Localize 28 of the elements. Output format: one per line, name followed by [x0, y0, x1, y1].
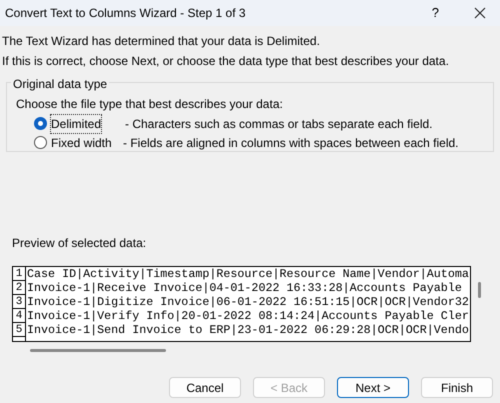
option-description: - Characters such as commas or tabs separate each field. [125, 116, 432, 132]
radio-label[interactable]: Fixed width [51, 134, 119, 152]
group-prompt: Choose the file type that best describes your data: [16, 97, 284, 111]
radio-button[interactable] [34, 136, 47, 149]
line-number: 2 [13, 281, 26, 295]
horizontal-scrollbar[interactable] [30, 349, 166, 352]
preview-label: Preview of selected data: [12, 236, 148, 250]
close-icon[interactable] [474, 7, 486, 19]
intro-text: If this is correct, choose Next, or choose the data type that best describes your data. [2, 54, 450, 68]
preview-line: Invoice-1|Digitize Invoice|06-01-2022 16:51:15|OCR|OCR|Vendor32 [26, 295, 469, 309]
line-number: 5 [13, 323, 26, 337]
help-button[interactable]: ? [428, 3, 442, 23]
line-number: 1 [13, 267, 26, 281]
intro-text: The Text Wizard has determined that your data is Delimited. [2, 34, 321, 48]
option-description: - Fields are aligned in columns with spaces between each field. [123, 134, 459, 152]
vertical-scrollbar[interactable] [478, 282, 481, 298]
wizard-button[interactable]: Next > [337, 377, 409, 398]
preview-line: Case ID|Activity|Timestamp|Resource|Resource Name|Vendor|Automa [26, 267, 469, 281]
wizard-button[interactable]: Cancel [169, 377, 241, 398]
wizard-button[interactable]: Finish [421, 377, 493, 398]
preview-line: Invoice-1|Verify Info|20-01-2022 08:14:24|Accounts Payable Cler [26, 309, 469, 323]
preview-line: Invoice-1|Receive Invoice|04-01-2022 16:33:28|Accounts Payable [26, 281, 462, 295]
radio-button[interactable] [34, 117, 47, 130]
line-number: 3 [13, 295, 26, 309]
preview-line: Invoice-1|Send Invoice to ERP|23-01-2022 06:29:28|OCR|OCR|Vendo [26, 323, 469, 337]
radio-label[interactable]: Delimited [51, 114, 102, 132]
line-number: 4 [13, 309, 26, 323]
window-title: Convert Text to Columns Wizard - Step 1 of 3 [5, 5, 246, 22]
